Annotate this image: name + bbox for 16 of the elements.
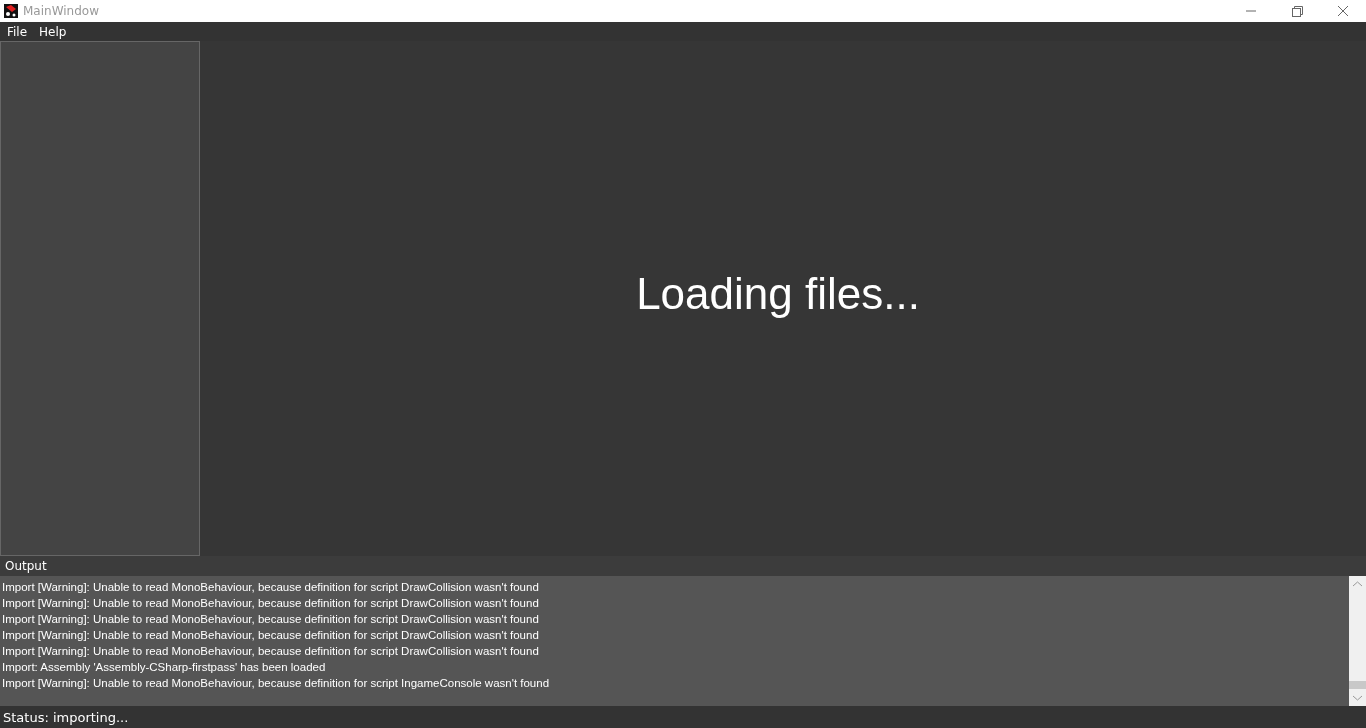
status-text: Status: importing... [3,709,129,725]
log-line: Import: Assembly 'Assembly-CSharp-firstpass' has been loaded [2,660,327,675]
menu-item[interactable]: File [2,24,33,39]
app-icon [3,3,19,19]
menu-item[interactable]: Help [34,24,72,39]
log-line: Import [Warning]: Unable to read MonoBehaviour, because definition for script DrawCollision wasn't found [2,596,540,611]
log-line: Import [Warning]: Unable to read MonoBehaviour, because definition for script DrawCollision wasn't found [2,580,540,595]
log-line: Import [Warning]: Unable to read MonoBehaviour, because definition for script DrawCollision wasn't found [2,644,540,659]
log-line: Import [Warning]: Unable to read MonoBehaviour, because definition for script IngameConsole wasn't found [2,676,551,691]
panel-title: Output [5,559,47,573]
log-line: Import [Warning]: Unable to read MonoBehaviour, because definition for script DrawCollision wasn't found [2,628,540,643]
log-line: Import [Warning]: Unable to read MonoBehaviour, because definition for script DrawCollision wasn't found [2,612,540,627]
scroll-thumb[interactable] [1349,681,1366,689]
scrollbar[interactable] [1349,576,1366,706]
loading-message: Loading files... [636,268,920,319]
window-title: MainWindow [23,4,99,18]
